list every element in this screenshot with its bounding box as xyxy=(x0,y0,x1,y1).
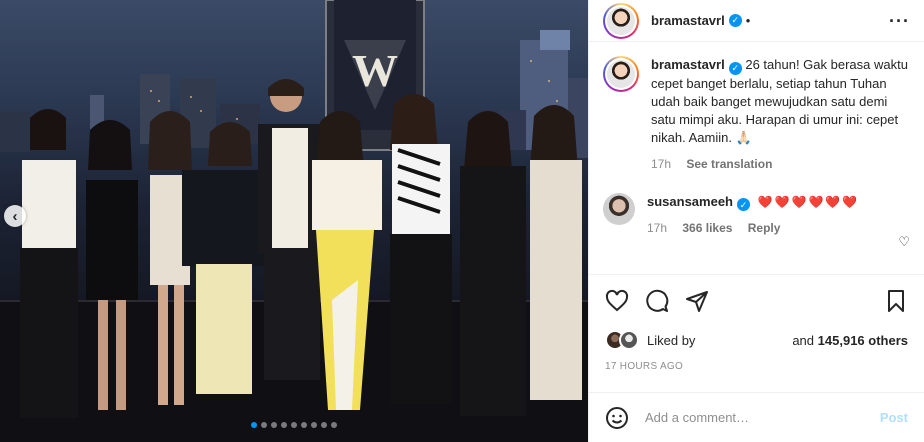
verified-icon: ✓ xyxy=(728,61,742,75)
header-separator: • xyxy=(745,13,751,28)
comment-input[interactable]: Add a comment… xyxy=(645,410,749,425)
comment-author[interactable]: susansameeh xyxy=(647,194,733,209)
likes-count[interactable]: 145,916 others xyxy=(818,333,908,348)
post-timestamp[interactable]: 17 HOURS AGO xyxy=(605,361,683,372)
likes-and: and xyxy=(792,332,815,348)
author-username[interactable]: bramastavrl xyxy=(651,13,725,28)
carousel-dot xyxy=(311,422,317,428)
carousel-dots xyxy=(0,422,588,428)
caption: bramastavrl ✓ 26 tahun! Gak berasa waktu … xyxy=(603,56,910,173)
add-comment-bar: Add a comment… Post xyxy=(589,392,924,442)
reply-button[interactable]: Reply xyxy=(748,221,781,235)
chevron-left-icon: ‹ xyxy=(12,207,18,225)
carousel-dot xyxy=(331,422,337,428)
carousel-dot xyxy=(261,422,267,428)
see-translation-link[interactable]: See translation xyxy=(686,157,772,171)
carousel-dot xyxy=(321,422,327,428)
liked-by-label: Liked by xyxy=(647,332,696,348)
more-icon[interactable]: ··· xyxy=(889,12,910,30)
caption-age: 17h xyxy=(651,156,672,171)
post-header: bramastavrl ✓ • ··· xyxy=(589,0,924,42)
verified-icon: ✓ xyxy=(728,14,742,27)
comment-item: susansameeh ✓ ❤️❤️❤️❤️❤️❤️ 17h 366 likes … xyxy=(603,192,910,238)
people-group xyxy=(20,79,582,418)
verified-icon: ✓ xyxy=(737,198,750,211)
sign-letter: W xyxy=(352,45,398,96)
comment-age: 17h xyxy=(647,221,668,235)
post-button[interactable]: Post xyxy=(880,410,908,425)
emoji-icon[interactable] xyxy=(605,406,629,430)
share-icon[interactable] xyxy=(685,289,709,313)
carousel-prev-button[interactable]: ‹ xyxy=(4,205,26,227)
carousel-dot xyxy=(271,422,277,428)
author-avatar[interactable] xyxy=(603,2,639,39)
comments-list: bramastavrl ✓ 26 tahun! Gak berasa waktu … xyxy=(589,56,924,274)
carousel-dot xyxy=(291,422,297,428)
action-bar xyxy=(589,274,924,326)
comment-icon[interactable] xyxy=(645,289,669,313)
carousel-dot xyxy=(281,422,287,428)
heart-icon[interactable] xyxy=(605,289,629,313)
likes-row: Liked by and 145,916 others xyxy=(605,327,908,353)
caption-avatar[interactable] xyxy=(603,56,639,92)
liker-avatar[interactable] xyxy=(619,330,639,350)
post-side-panel: bramastavrl ✓ • ··· bramastavrl ✓ 26 tahu… xyxy=(588,0,924,442)
post-photo[interactable]: W ‹ xyxy=(0,0,588,442)
bookmark-icon[interactable] xyxy=(884,289,908,313)
comment-like-icon[interactable]: ♡ xyxy=(898,234,910,250)
carousel-dot xyxy=(251,422,257,428)
carousel-dot xyxy=(301,422,307,428)
comment-likes[interactable]: 366 likes xyxy=(682,221,732,235)
comment-text: ❤️❤️❤️❤️❤️❤️ xyxy=(757,194,860,209)
commenter-avatar[interactable] xyxy=(603,192,635,225)
caption-author[interactable]: bramastavrl xyxy=(651,57,725,72)
photo-scene: W xyxy=(0,0,588,442)
